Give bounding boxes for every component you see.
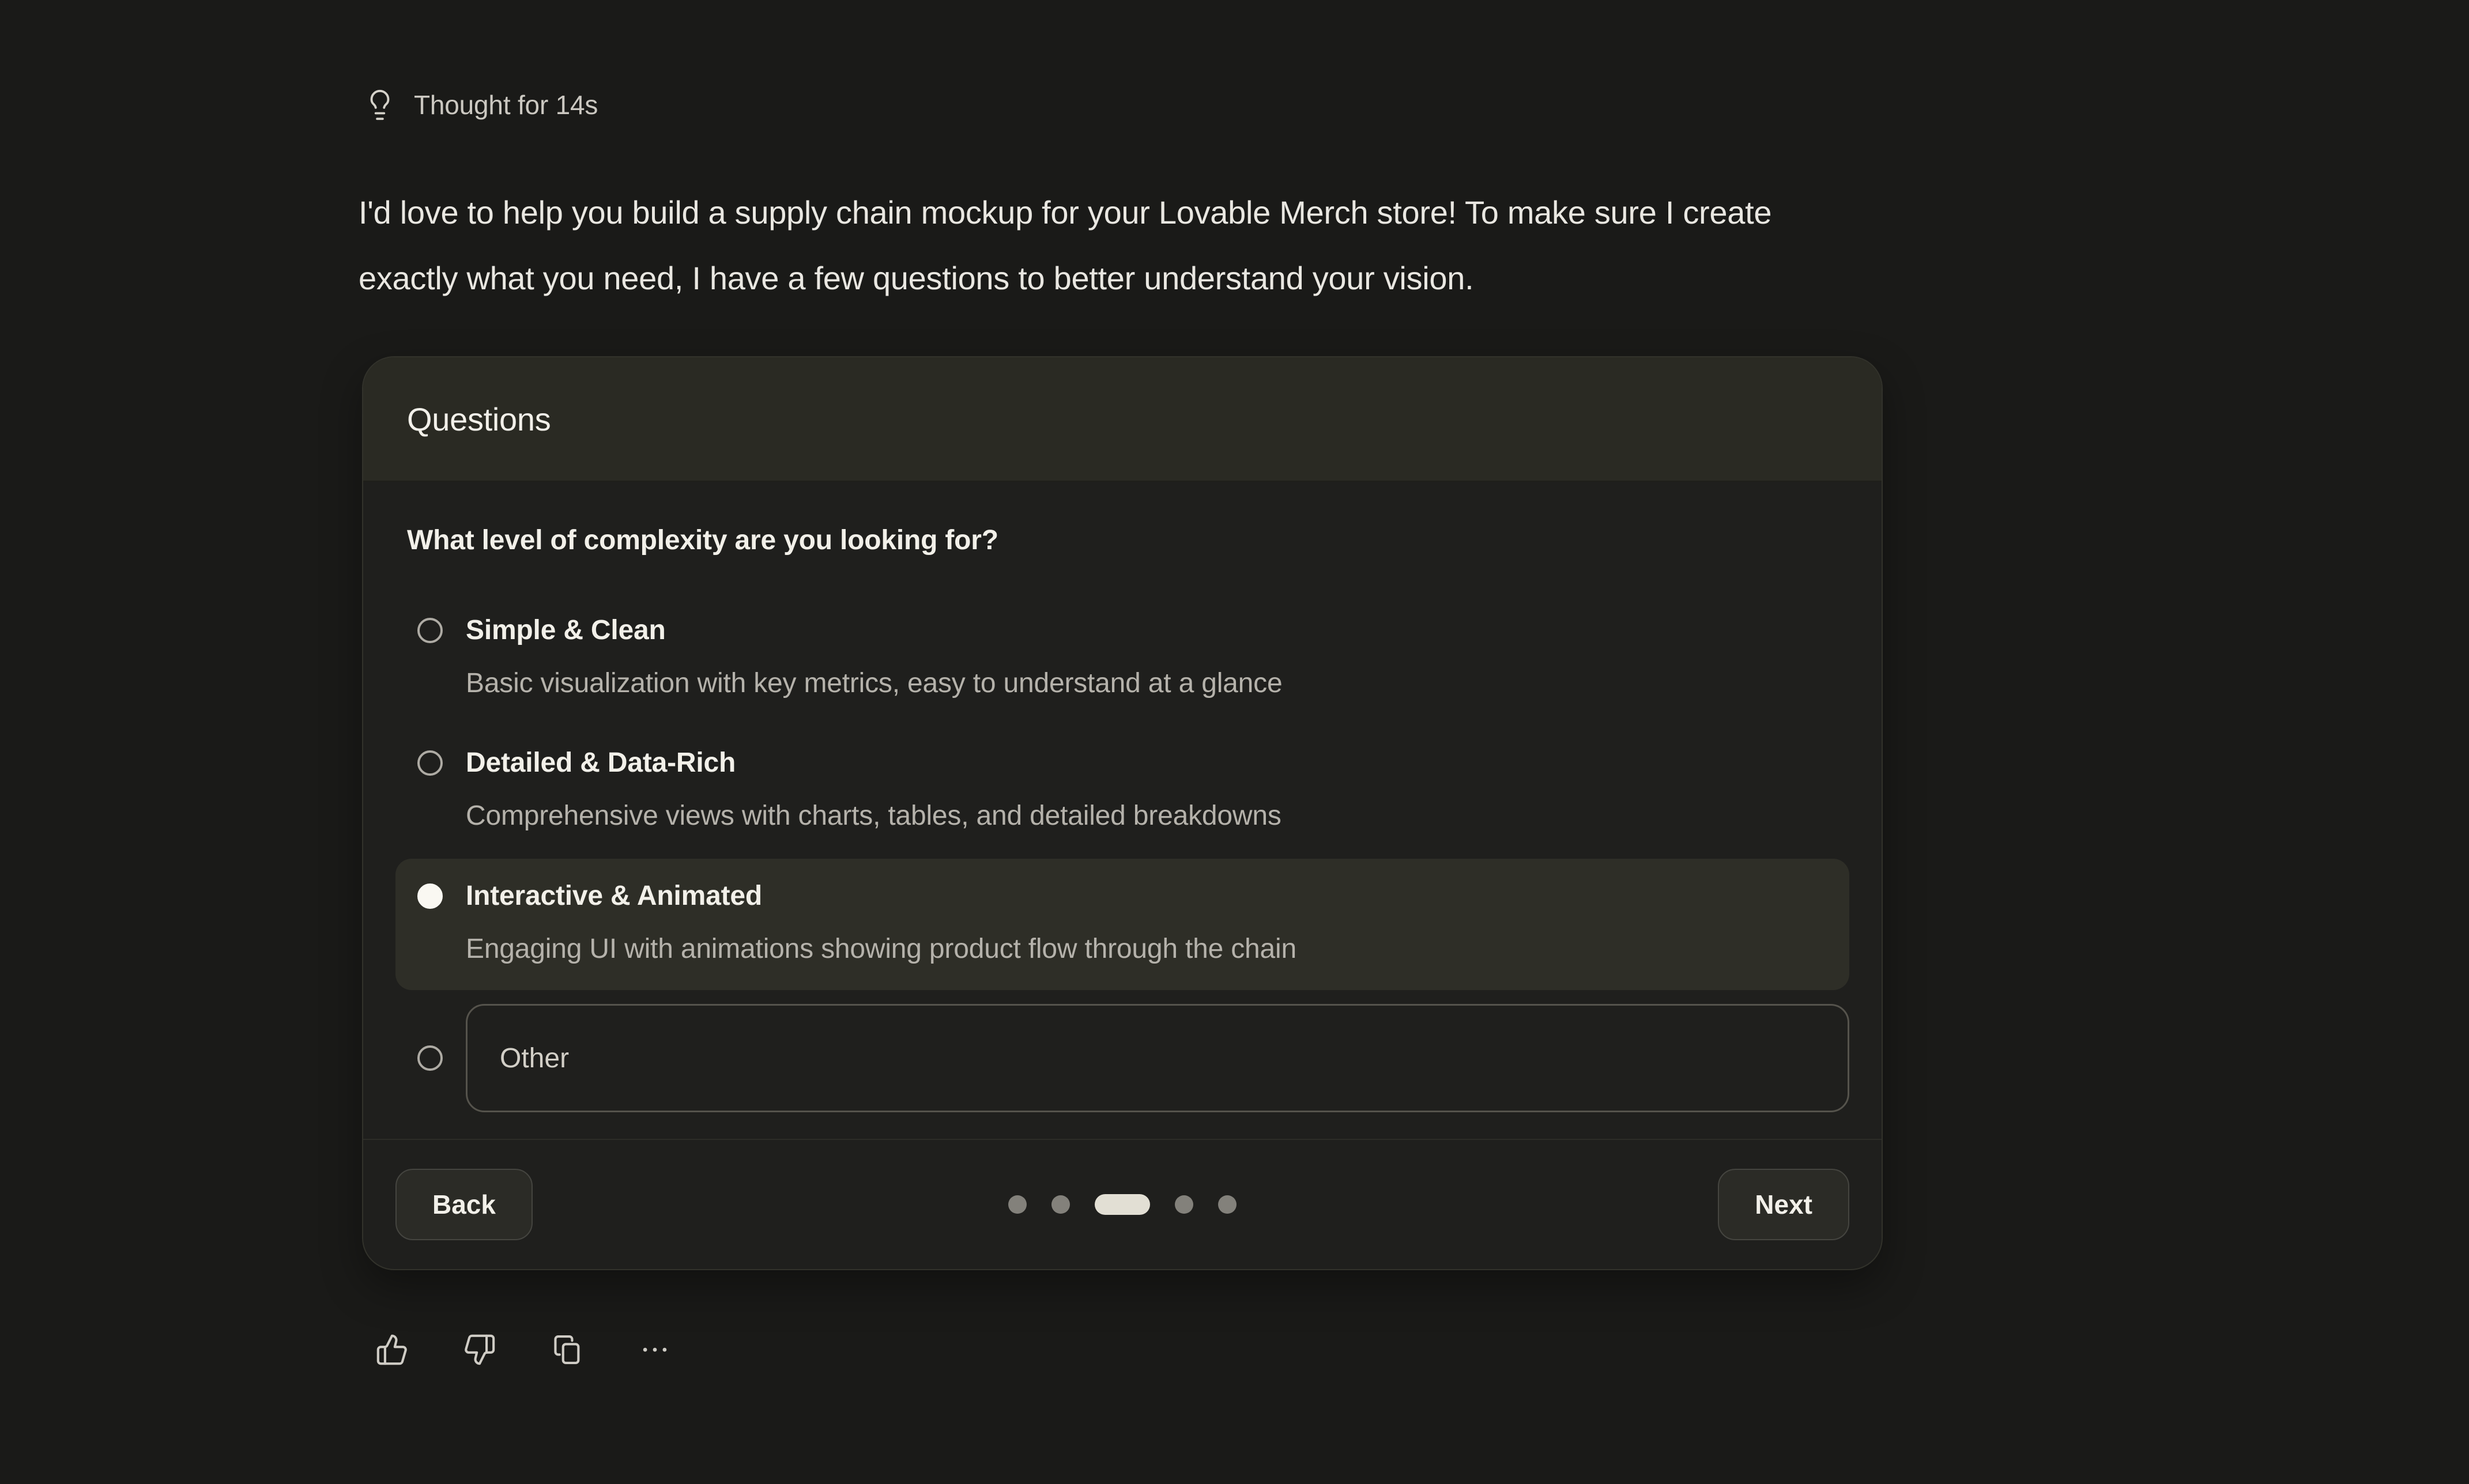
questions-card: Questions What level of complexity are y… — [362, 356, 1883, 1270]
question-text: What level of complexity are you looking… — [407, 524, 998, 556]
back-button[interactable]: Back — [395, 1169, 533, 1240]
option-label: Simple & Clean — [466, 611, 1282, 650]
other-input[interactable] — [466, 1004, 1849, 1112]
thought-label: Thought for 14s — [414, 89, 598, 120]
option-label: Interactive & Animated — [466, 877, 1296, 915]
option-description: Engaging UI with animations showing prod… — [466, 930, 1296, 968]
option-text: Detailed & Data-Rich Comprehensive views… — [466, 744, 1281, 835]
copy-icon — [551, 1333, 584, 1366]
thumbs-up-button[interactable] — [375, 1332, 409, 1367]
option-row-interactive-animated[interactable]: Interactive & Animated Engaging UI with … — [395, 859, 1849, 990]
card-footer: Back Next — [363, 1139, 1882, 1269]
message-actions — [375, 1332, 672, 1367]
copy-button[interactable] — [550, 1332, 585, 1367]
next-button[interactable]: Next — [1718, 1169, 1849, 1240]
option-text: Simple & Clean Basic visualization with … — [466, 611, 1282, 703]
thumbs-down-icon — [463, 1333, 496, 1366]
pagination-dot — [1051, 1195, 1070, 1214]
chat-page: { "colors": { "page-bg": "#1a1a18", "car… — [0, 0, 2469, 1484]
lightbulb-icon — [363, 88, 397, 122]
card-header: Questions — [363, 357, 1882, 482]
option-row-other[interactable] — [395, 1004, 1849, 1112]
pagination-dot — [1008, 1195, 1027, 1214]
option-description: Basic visualization with key metrics, ea… — [466, 664, 1282, 703]
radio-button[interactable] — [417, 750, 443, 776]
pagination-dot — [1175, 1195, 1193, 1214]
radio-button-selected[interactable] — [417, 883, 443, 909]
option-label: Detailed & Data-Rich — [466, 744, 1281, 782]
thumbs-down-button[interactable] — [462, 1332, 497, 1367]
thought-toggle[interactable]: Thought for 14s — [363, 85, 598, 124]
pagination-dot-active — [1095, 1194, 1150, 1215]
option-row-simple-clean[interactable]: Simple & Clean Basic visualization with … — [395, 593, 1849, 724]
option-row-detailed-data-rich[interactable]: Detailed & Data-Rich Comprehensive views… — [395, 726, 1849, 857]
thumbs-up-icon — [375, 1333, 409, 1366]
pagination-dots — [1008, 1194, 1237, 1215]
option-text: Interactive & Animated Engaging UI with … — [466, 877, 1296, 968]
ellipsis-icon — [638, 1333, 672, 1366]
assistant-message: I'd love to help you build a supply chai… — [359, 180, 2319, 311]
option-description: Comprehensive views with charts, tables,… — [466, 797, 1281, 835]
more-options-button[interactable] — [638, 1332, 672, 1367]
pagination-dot — [1218, 1195, 1237, 1214]
radio-button[interactable] — [417, 1045, 443, 1071]
radio-button[interactable] — [417, 618, 443, 643]
card-title: Questions — [407, 401, 551, 438]
